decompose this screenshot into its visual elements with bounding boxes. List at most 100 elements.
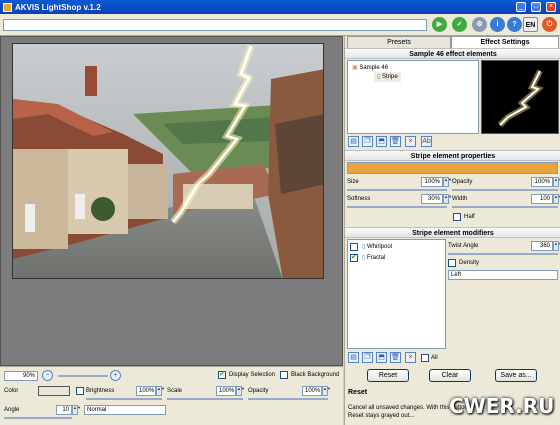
brightness-field[interactable]: 100% (136, 386, 156, 396)
color-label: Color (4, 388, 19, 394)
angle-field[interactable]: 10 (56, 405, 72, 415)
color-swatch[interactable] (38, 386, 70, 396)
zoom-field[interactable]: 90% (4, 371, 38, 381)
language-button[interactable]: EN (523, 17, 538, 32)
tab-effect-settings[interactable]: Effect Settings (451, 36, 559, 48)
elements-tree[interactable]: ▣ Sample 46 ▯ Stripe (347, 60, 479, 134)
width-slider[interactable] (452, 206, 558, 208)
info-icon[interactable]: i (490, 17, 505, 32)
help-title: Reset (348, 389, 368, 396)
density-checkbox[interactable] (448, 259, 456, 267)
modifier-fractal[interactable]: ▯ Fractal (362, 253, 385, 263)
zoom-slider[interactable] (58, 375, 108, 377)
brightness-spinner[interactable]: ▲▼ (156, 386, 165, 396)
window-title: AKVIS LightShop v.1.2 (15, 2, 101, 12)
tab-presets[interactable]: Presets (347, 36, 451, 48)
twist-angle-spinner[interactable]: ▲▼ (553, 241, 560, 251)
twist-angle-slider[interactable] (448, 253, 558, 255)
direction-value: Left (451, 272, 462, 278)
softness-spinner[interactable]: ▲▼ (443, 194, 452, 204)
delete-element-icon[interactable]: 🗑 (390, 136, 401, 147)
width-label: Width (452, 196, 468, 202)
maximize-button[interactable]: □ (531, 2, 541, 12)
scale-spinner[interactable]: ▲▼ (236, 386, 245, 396)
settings-icon[interactable]: ⚙ (472, 17, 487, 32)
save-as-button[interactable]: Save as... (495, 369, 537, 382)
size-slider[interactable] (347, 189, 447, 191)
direction-select[interactable]: Left (448, 270, 558, 280)
opacity-prop-label: Opacity (452, 179, 473, 185)
title-bar: AKVIS LightShop v.1.2 (0, 0, 560, 14)
copy-element-icon[interactable]: ❐ (362, 136, 373, 147)
canvas-settings-bar: 90% − + Display Selection Black Backgrou… (0, 366, 343, 425)
scale-slider[interactable] (167, 398, 243, 400)
blend-mode-select[interactable]: Normal (84, 405, 166, 415)
effect-elements-header: Sample 46 effect elements (345, 48, 560, 59)
modifiers-list[interactable]: ▯ Whirlpool ▯ Fractal (347, 239, 446, 349)
opacity-prop-slider[interactable] (452, 189, 558, 191)
import-element-icon[interactable]: ⬒ (376, 136, 387, 147)
toolbar: ▶ ✓ ⚙ i ? EN ⏻ (0, 14, 560, 36)
help-icon[interactable]: ? (507, 17, 522, 32)
import-modifier-icon[interactable]: ⬒ (376, 352, 387, 363)
half-label: Half (464, 214, 475, 220)
opacity-prop-spinner[interactable]: ▲▼ (553, 177, 560, 187)
remove-modifier-icon[interactable]: × (405, 352, 416, 363)
tree-item-stripe[interactable]: ▯ Stripe (374, 72, 401, 82)
minimize-button[interactable]: _ (516, 2, 526, 12)
opacity-slider[interactable] (248, 398, 328, 400)
modifiers-header: Stripe element modifiers (345, 227, 560, 238)
size-field[interactable]: 100% (421, 177, 443, 187)
whirlpool-checkbox[interactable] (350, 243, 358, 251)
size-spinner[interactable]: ▲▼ (443, 177, 452, 187)
fractal-checkbox[interactable] (350, 253, 358, 262)
new-element-icon[interactable]: ▤ (348, 136, 359, 147)
black-background-checkbox[interactable] (280, 371, 288, 379)
opacity-label: Opacity (248, 388, 269, 394)
app-icon (3, 2, 12, 12)
delete-modifier-icon[interactable]: 🗑 (390, 352, 401, 363)
file-path-input[interactable] (3, 19, 427, 31)
softness-field[interactable]: 30% (421, 194, 443, 204)
watermark: CWER.RU (449, 394, 555, 418)
half-checkbox[interactable] (453, 213, 461, 221)
remove-element-icon[interactable]: × (405, 136, 416, 147)
softness-slider[interactable] (347, 206, 447, 208)
color-gradient-bar[interactable] (347, 162, 558, 174)
exit-icon[interactable]: ⏻ (542, 17, 557, 32)
clear-button[interactable]: Clear (429, 369, 471, 382)
opacity-prop-field[interactable]: 100% (531, 177, 553, 187)
twist-angle-label: Twist Angle (448, 243, 479, 249)
density-label: Density (459, 260, 480, 266)
scale-field[interactable]: 100% (216, 386, 236, 396)
copy-modifier-icon[interactable]: ❐ (362, 352, 373, 363)
angle-label: Angle (4, 407, 20, 413)
width-spinner[interactable]: ▲▼ (553, 194, 560, 204)
display-selection-label: Display Selection (229, 372, 276, 378)
zoom-out-icon[interactable]: − (42, 370, 53, 381)
opacity-spinner[interactable]: ▲▼ (322, 386, 331, 396)
blend-mode-value: Normal (87, 407, 107, 413)
angle-slider[interactable] (4, 417, 72, 419)
apply-icon[interactable]: ✓ (452, 17, 467, 32)
brightness-checkbox[interactable] (76, 387, 84, 395)
new-modifier-icon[interactable]: ▤ (348, 352, 359, 363)
angle-spinner[interactable]: ▲▼ (72, 405, 81, 415)
twist-angle-field[interactable]: 360 (531, 241, 553, 251)
size-label: Size (347, 179, 359, 185)
brightness-label: Brightness (86, 388, 115, 394)
element-properties-header: Stripe element properties (345, 150, 560, 161)
brightness-slider[interactable] (86, 398, 162, 400)
all-checkbox[interactable] (421, 354, 429, 362)
zoom-in-icon[interactable]: + (110, 370, 121, 381)
modifier-whirlpool[interactable]: ▯ Whirlpool (362, 242, 392, 252)
display-selection-checkbox[interactable] (218, 370, 226, 379)
run-icon[interactable]: ▶ (432, 17, 447, 32)
width-field[interactable]: 100 (531, 194, 553, 204)
softness-label: Softness (347, 196, 371, 202)
reset-button[interactable]: Reset (367, 369, 409, 382)
rename-element-icon[interactable]: Ab (421, 136, 432, 147)
opacity-field[interactable]: 100% (302, 386, 322, 396)
photo-preview[interactable] (12, 43, 324, 279)
close-button[interactable]: × (546, 2, 556, 12)
